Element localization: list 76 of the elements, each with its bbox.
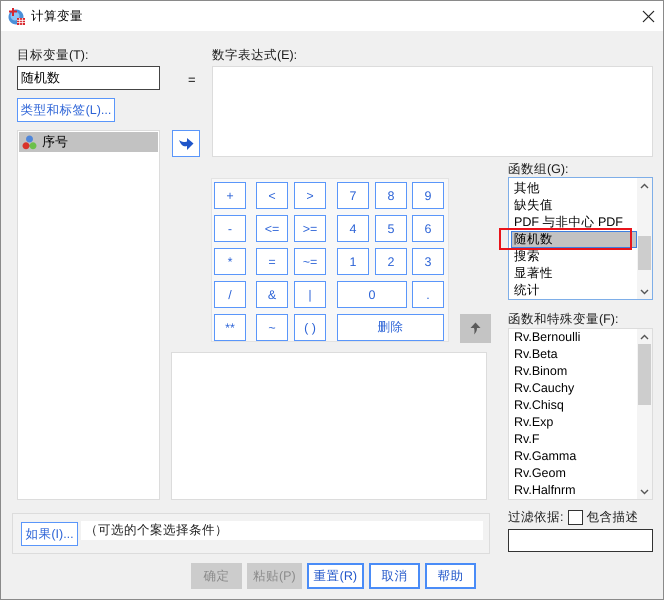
arrow-up-icon bbox=[470, 322, 481, 335]
keypad-key[interactable]: * bbox=[214, 248, 246, 275]
keypad-key[interactable]: 2 bbox=[375, 248, 407, 275]
close-button[interactable] bbox=[640, 8, 656, 24]
arrow-right-icon bbox=[178, 136, 194, 150]
keypad-key[interactable]: < bbox=[256, 182, 288, 209]
keypad-key[interactable]: 5 bbox=[375, 215, 407, 242]
function-group-item[interactable]: 显著性 bbox=[511, 265, 637, 282]
keypad-key[interactable]: 删除 bbox=[337, 314, 444, 341]
insert-button[interactable] bbox=[172, 130, 200, 157]
expression-field[interactable] bbox=[212, 66, 653, 157]
function-group-item[interactable]: 随机数 bbox=[511, 231, 637, 248]
dialog-button[interactable]: 帮助 bbox=[425, 563, 476, 589]
variable-item[interactable]: 序号 bbox=[19, 132, 158, 152]
keypad-key[interactable]: 6 bbox=[412, 215, 444, 242]
dialog-button[interactable]: 重置(R) bbox=[306, 563, 364, 589]
keypad-key[interactable]: 8 bbox=[375, 182, 407, 209]
keypad-key[interactable]: = bbox=[256, 248, 288, 275]
scrollbar-thumb[interactable] bbox=[638, 344, 651, 405]
keypad-key[interactable]: | bbox=[294, 281, 326, 308]
equals-sign: = bbox=[188, 72, 196, 88]
keypad-key[interactable]: 1 bbox=[337, 248, 369, 275]
function-item[interactable]: Rv.Chisq bbox=[511, 397, 637, 414]
chevron-up-icon[interactable] bbox=[640, 182, 649, 188]
function-label: 函数和特殊变量(F): bbox=[508, 311, 620, 327]
function-item[interactable]: Rv.Beta bbox=[511, 346, 637, 363]
function-group-label: 函数组(G): bbox=[508, 161, 570, 177]
function-group-item[interactable]: 其他 bbox=[511, 180, 637, 197]
chevron-up-icon[interactable] bbox=[640, 334, 649, 340]
function-group-item[interactable]: 统计 bbox=[511, 282, 637, 299]
filter-label: 过滤依据: bbox=[508, 510, 564, 525]
keypad-key[interactable]: . bbox=[412, 281, 444, 308]
include-description-checkbox[interactable] bbox=[568, 510, 584, 525]
chevron-down-icon[interactable] bbox=[640, 288, 649, 294]
keypad-key[interactable]: > bbox=[294, 182, 326, 209]
function-item[interactable]: Rv.Bernoulli bbox=[511, 329, 637, 346]
function-item[interactable]: Rv.Halfnrm bbox=[511, 482, 637, 499]
function-item[interactable]: Rv.Binom bbox=[511, 363, 637, 380]
function-group-item[interactable]: 缺失值 bbox=[511, 197, 637, 214]
function-group-item[interactable]: 搜索 bbox=[511, 248, 637, 265]
ball-cluster-icon bbox=[22, 134, 37, 150]
function-group-item[interactable]: PDF 与非中心 PDF bbox=[511, 214, 637, 231]
function-item[interactable]: Rv.Geom bbox=[511, 465, 637, 482]
function-item[interactable]: Rv.Cauchy bbox=[511, 380, 637, 397]
chevron-down-icon[interactable] bbox=[640, 488, 649, 494]
keypad-key[interactable]: / bbox=[214, 281, 246, 308]
keypad-key[interactable]: 0 bbox=[337, 281, 407, 308]
keypad-key[interactable]: >= bbox=[294, 215, 326, 242]
keypad-key[interactable]: ( ) bbox=[294, 314, 326, 341]
close-icon bbox=[642, 10, 654, 22]
target-variable-label: 目标变量(T): bbox=[17, 47, 90, 63]
keypad-key[interactable]: 4 bbox=[337, 215, 369, 242]
keypad-key[interactable]: - bbox=[214, 215, 246, 242]
calculator-icon bbox=[8, 8, 25, 24]
keypad-key[interactable]: 9 bbox=[412, 182, 444, 209]
keypad-key[interactable]: + bbox=[214, 182, 246, 209]
function-item[interactable]: Rv.Gamma bbox=[511, 448, 637, 465]
keypad-key[interactable]: 3 bbox=[412, 248, 444, 275]
condition-text: （可选的个案选择条件） bbox=[81, 521, 483, 540]
keypad-key[interactable]: <= bbox=[256, 215, 288, 242]
checkbox-label: 包含描述 bbox=[586, 510, 638, 525]
keypad-key[interactable]: & bbox=[256, 281, 288, 308]
dialog-button[interactable]: 取消 bbox=[369, 563, 420, 589]
expression-label: 数字表达式(E): bbox=[212, 47, 298, 63]
if-button[interactable]: 如果(I)... bbox=[21, 522, 78, 546]
keypad-key[interactable]: ~ bbox=[256, 314, 288, 341]
window-title: 计算变量 bbox=[31, 8, 83, 24]
keypad-key[interactable]: 7 bbox=[337, 182, 369, 209]
keypad-key[interactable]: ~= bbox=[294, 248, 326, 275]
target-variable-field[interactable]: 随机数 bbox=[17, 66, 160, 90]
scrollbar-thumb[interactable] bbox=[638, 236, 651, 270]
function-item[interactable]: Rv.Exp bbox=[511, 414, 637, 431]
type-label-button[interactable]: 类型和标签(L)... bbox=[17, 98, 115, 122]
function-item[interactable]: Rv.F bbox=[511, 431, 637, 448]
keypad-key[interactable]: ** bbox=[214, 314, 246, 341]
filter-field[interactable] bbox=[508, 529, 653, 552]
